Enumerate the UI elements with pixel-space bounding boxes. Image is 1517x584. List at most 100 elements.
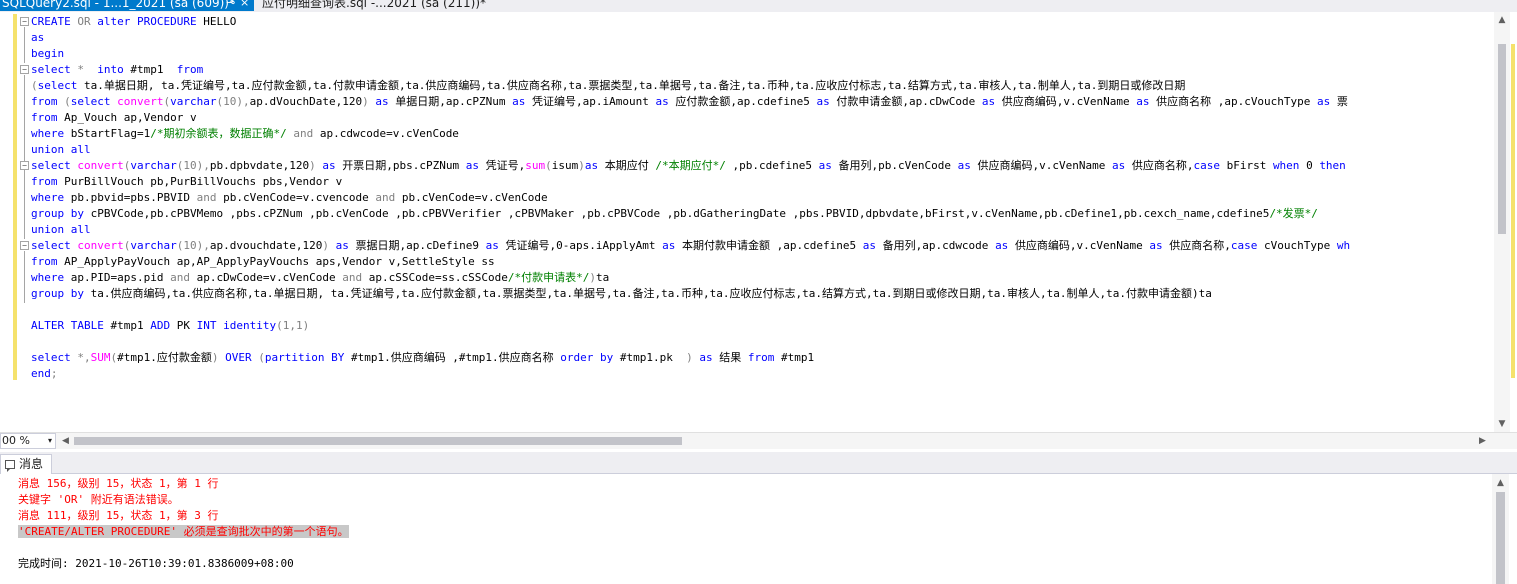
scroll-left-icon[interactable]: ◀	[62, 433, 69, 449]
message-line: 消息 156，级别 15，状态 1，第 1 行	[18, 476, 1492, 492]
messages-vertical-scrollbar[interactable]: ▲	[1492, 474, 1509, 584]
code-token: pb.cVenCode=v.cVenCode	[401, 191, 548, 204]
code-line[interactable]: begin	[31, 46, 1489, 62]
code-text[interactable]: CREATE OR alter PROCEDURE HELLO as begin se…	[31, 14, 1489, 382]
code-token: (	[258, 351, 265, 364]
code-line[interactable]: from PurBillVouch pb,PurBillVouchs pbs,V…	[31, 174, 1489, 190]
code-line[interactable]: group by cPBVCode,pb.cPBVMemo ,pbs.cPZNu…	[31, 206, 1489, 222]
code-token: OVER	[225, 351, 259, 364]
outline-line	[24, 171, 25, 239]
code-token: as	[995, 239, 1015, 252]
scroll-up-icon[interactable]: ▲	[1492, 478, 1509, 490]
code-token: ap.dvouchdate,120	[209, 239, 323, 252]
code-token: 本期应付	[604, 159, 656, 172]
code-line[interactable]: select convert (varchar(10),pb.dpbvdate,1…	[31, 158, 1489, 174]
code-line[interactable]	[31, 334, 1489, 350]
code-line[interactable]: (select ta.单据日期, ta.凭证编号,ta.应付款金额,ta.付款申…	[31, 78, 1489, 94]
horizontal-scroll-thumb[interactable]	[74, 437, 682, 445]
collapse-region-icon[interactable]: −	[20, 65, 29, 74]
code-token: (	[31, 79, 38, 92]
code-line[interactable]: where pb.pbvid=pbs.PBVID and pb.cVenCode…	[31, 190, 1489, 206]
code-token: Ap_Vouch ap,Vendor v	[64, 111, 197, 124]
code-line[interactable]: end;	[31, 366, 1489, 382]
collapse-region-icon[interactable]: −	[20, 161, 29, 170]
code-token: 票	[1336, 95, 1348, 108]
code-token: 供应商名称,	[1169, 239, 1231, 252]
messages-pane[interactable]: 消息 156，级别 15，状态 1，第 1 行关键字 'OR' 附近有语法错误。…	[0, 474, 1492, 584]
code-line[interactable]: from (select convert(varchar(10),ap.dVou…	[31, 94, 1489, 110]
code-token: as	[957, 159, 978, 172]
code-line[interactable]: select *,SUM(#tmp1.应付款金额) OVER (partitio…	[31, 350, 1489, 366]
code-token: select	[31, 159, 78, 172]
code-line[interactable]: CREATE OR alter PROCEDURE HELLO	[31, 14, 1489, 30]
code-token: )	[211, 351, 226, 364]
code-token: and	[375, 191, 402, 204]
zoom-dropdown[interactable]: 00 % ▾	[0, 433, 56, 449]
code-token: as	[584, 159, 605, 172]
code-line[interactable]: from Ap_Vouch ap,Vendor v	[31, 110, 1489, 126]
code-token: 供应商编码,v.cVenName	[1001, 95, 1137, 108]
code-token: from	[31, 175, 65, 188]
pin-icon[interactable]: ⊸	[226, 0, 235, 11]
code-token: /*付款申请表*/	[507, 271, 590, 284]
code-line[interactable]: select convert(varchar(10),ap.dvouchdate…	[31, 238, 1489, 254]
code-token: varchar	[170, 95, 217, 108]
code-token: then	[1319, 159, 1346, 172]
code-token: (10),	[176, 159, 210, 172]
code-token: ta	[596, 271, 610, 284]
editor-horizontal-scrollbar[interactable]: 00 % ▾ ◀ ▶	[0, 432, 1517, 449]
code-token: where	[31, 191, 71, 204]
scrollbar-change-marker	[1511, 44, 1515, 378]
scroll-right-icon[interactable]: ▶	[1479, 433, 1486, 449]
code-line[interactable]: select * into #tmp1 from	[31, 62, 1489, 78]
close-icon[interactable]: ×	[240, 0, 249, 11]
code-token: 0	[1306, 159, 1320, 172]
scroll-down-icon[interactable]: ▼	[1494, 416, 1510, 432]
tab-sqlquery2[interactable]: SQLQuery2.sql - 1...1_2021 (sa (609))* ⊸…	[0, 0, 254, 11]
code-line[interactable]: union all	[31, 142, 1489, 158]
query-editor[interactable]: − − − − CREATE OR alter PROCEDURE HELLO a…	[0, 12, 1517, 432]
code-token: bFirst	[1226, 159, 1273, 172]
code-token: varchar	[130, 159, 177, 172]
code-line[interactable]: from AP_ApplyPayVouch ap,AP_ApplyPayVouc…	[31, 254, 1489, 270]
code-token: ta.单据日期, ta.凭证编号,ta.应付款金额,ta.付款申请金额,ta.供…	[83, 79, 1186, 92]
code-line[interactable]: union all	[31, 222, 1489, 238]
scroll-thumb[interactable]	[1498, 44, 1506, 234]
code-token: as	[816, 95, 837, 108]
message-icon	[5, 460, 15, 472]
collapse-region-icon[interactable]: −	[20, 241, 29, 250]
code-line[interactable]: where bStartFlag=1/*期初余额表，数据正确*/ and ap.…	[31, 126, 1489, 142]
scroll-thumb[interactable]	[1496, 492, 1505, 584]
collapse-region-icon[interactable]: −	[20, 17, 29, 26]
code-token: from	[31, 255, 65, 268]
code-token: *	[77, 63, 91, 76]
code-token: )	[686, 351, 700, 364]
code-token: OR	[77, 15, 98, 28]
code-token: select	[37, 79, 84, 92]
code-line[interactable]: where ap.PID=aps.pid and ap.cDwCode=v.cV…	[31, 270, 1489, 286]
tab-messages[interactable]: 消息	[0, 454, 52, 474]
code-token: as	[1149, 239, 1170, 252]
code-token: )	[322, 239, 336, 252]
code-token: )	[578, 159, 585, 172]
scroll-up-icon[interactable]: ▲	[1494, 12, 1510, 28]
code-token: as	[699, 351, 720, 364]
code-token: #tmp1.供应商编码 ,#tmp1.供应商名称	[350, 351, 561, 364]
message-line: 完成时间: 2021-10-26T10:39:01.8386009+08:00	[18, 556, 1492, 572]
code-line[interactable]: ALTER TABLE #tmp1 ADD PK INT identity(1,…	[31, 318, 1489, 334]
code-token: partition BY	[264, 351, 351, 364]
code-line[interactable]: group by ta.供应商编码,ta.供应商名称,ta.单据日期, ta.凭…	[31, 286, 1489, 302]
tab-payable-detail-query[interactable]: 应付明细查询表.sql -...2021 (sa (211))*	[260, 0, 500, 11]
code-token: (10),	[216, 95, 250, 108]
code-token: (	[545, 159, 552, 172]
code-line[interactable]	[31, 302, 1489, 318]
message-text: 消息 156，级别 15，状态 1，第 1 行	[18, 477, 219, 490]
editor-vertical-scrollbar[interactable]: ▲ ▼	[1494, 12, 1510, 432]
code-line[interactable]: as	[31, 30, 1489, 46]
outline-line	[24, 75, 25, 175]
code-token: as	[1317, 95, 1337, 108]
code-token: 备用列,ap.cdwcode	[882, 239, 996, 252]
code-token: as	[655, 95, 676, 108]
code-token: from	[31, 95, 65, 108]
chevron-down-icon: ▾	[47, 436, 52, 445]
